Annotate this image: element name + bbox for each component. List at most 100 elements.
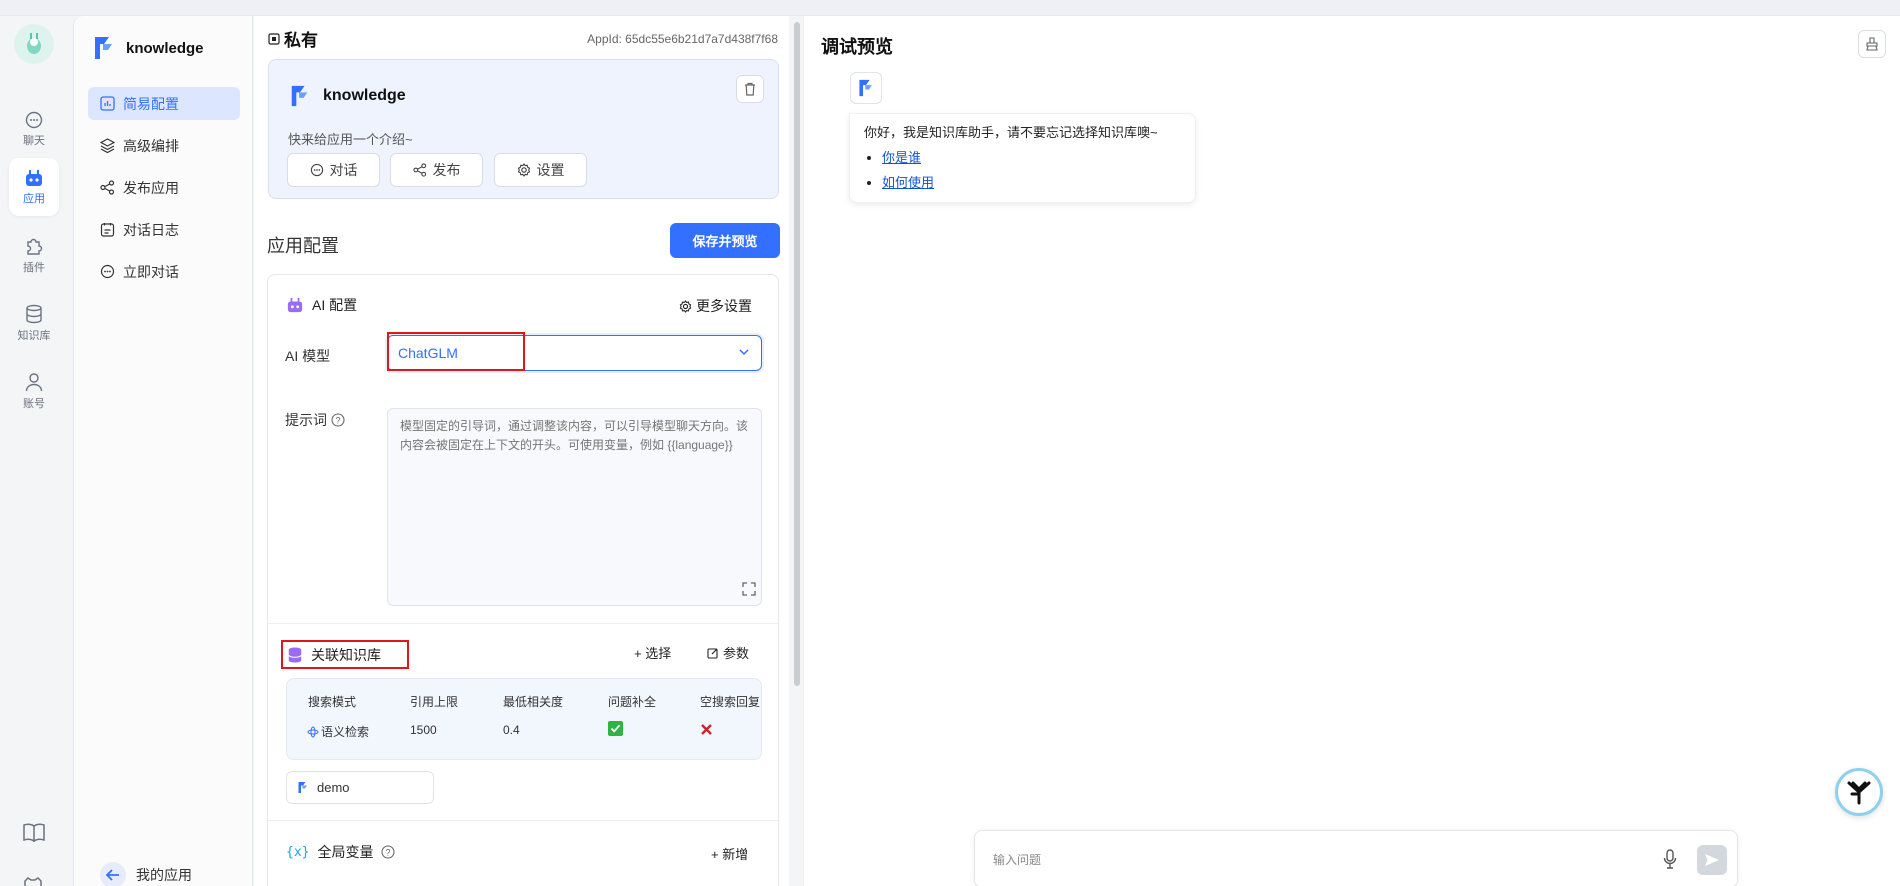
book-icon[interactable] [22,822,46,842]
ai-config-label: AI 配置 [312,297,358,313]
sidebar-app-header: knowledge [92,33,204,63]
search-mode-value: 语义检索 [321,725,370,739]
assistant-float-button[interactable] [1835,768,1883,816]
chat-button-label: 对话 [329,162,358,178]
svg-text:?: ? [335,416,340,426]
chat-input-box [974,830,1738,886]
sidebar-item-label: 简易配置 [123,95,179,112]
cell-min-score: 0.4 [503,723,520,737]
app-card-name: knowledge [323,87,406,104]
user-avatar[interactable] [14,24,54,64]
cross-icon [700,723,713,736]
app-id: AppId: 65dc55e6b21d7a7d438f7f68 [587,32,778,46]
app-intro: 快来给应用一个介绍~ [288,132,413,147]
preview-title: 调试预览 [821,37,893,57]
bot-avatar [850,72,882,104]
nav-rail: 聊天 应用 插件 知识库 账号 [0,16,72,886]
trash-icon [744,82,756,96]
layers-icon [100,138,115,153]
config-scrollbar[interactable] [794,22,800,686]
section-title: 应用配置 [267,236,339,256]
chat-icon [310,163,324,177]
atom-icon [307,726,319,738]
rail-item-apps[interactable]: 应用 [9,158,59,216]
cell-search-mode: 语义检索 [307,723,369,740]
sidebar-item-chat-now[interactable]: 立即对话 [88,255,240,288]
share-icon [412,163,427,177]
kb-params-button[interactable]: 参数 [707,643,749,662]
robot-icon [24,169,44,187]
visibility-title: 私有 [268,26,318,51]
microphone-icon[interactable] [1663,849,1677,869]
save-preview-button[interactable]: 保存并预览 [670,223,780,258]
kb-select-button[interactable]: + 选择 [634,643,671,662]
app-info-card: knowledge 快来给应用一个介绍~ 对话 发布 设置 [268,59,779,199]
rail-item-account[interactable]: 账号 [9,362,59,420]
clear-chat-button[interactable] [1858,30,1886,58]
robot-icon [286,297,304,313]
help-icon[interactable]: ? [381,845,396,859]
rail-label: 知识库 [17,329,51,342]
prompt-textarea[interactable] [387,408,762,606]
suggestion-link[interactable]: 如何使用 [882,175,934,190]
suggestion-item: 如何使用 [882,170,1181,195]
top-bar [0,0,1900,16]
delete-app-button[interactable] [736,75,764,103]
svg-text:?: ? [386,848,391,858]
gear-icon [517,163,531,177]
app-sidebar: knowledge 简易配置 高级编排 发布应用 对话日志 立即对话 我的应用 [73,16,253,886]
sidebar-item-advanced[interactable]: 高级编排 [88,129,240,162]
welcome-text: 你好，我是知识库助手，请不要忘记选择知识库噢~ [864,125,1158,140]
suggestion-link[interactable]: 你是谁 [882,150,921,165]
more-settings-label: 更多设置 [696,298,752,314]
lock-icon [268,32,280,45]
col-limit: 引用上限 [410,695,459,709]
settings-button[interactable]: 设置 [494,153,587,187]
ai-config-header: AI 配置 [286,295,357,315]
rail-item-knowledge[interactable]: 知识库 [9,294,59,352]
publish-button-label: 发布 [432,162,461,178]
rail-label: 账号 [23,397,45,410]
app-logo-icon [92,33,116,63]
rail-item-chat[interactable]: 聊天 [9,100,59,158]
publish-button[interactable]: 发布 [390,153,483,187]
sidebar-item-logs[interactable]: 对话日志 [88,213,240,246]
chart-icon [100,96,115,111]
share-icon [100,180,115,195]
check-icon [608,721,623,736]
rail-item-plugins[interactable]: 插件 [9,226,59,284]
sidebar-item-label: 高级编排 [123,137,179,154]
highlight-box-model [387,332,525,371]
cell-limit: 1500 [410,723,437,737]
col-min-score: 最低相关度 [503,695,564,709]
welcome-message: 你好，我是知识库助手，请不要忘记选择知识库噢~ 你是谁 如何使用 [849,113,1196,203]
chat-input[interactable] [993,849,1553,871]
puzzle-icon [24,236,44,256]
help-icon[interactable]: ? [331,413,345,427]
back-to-my-apps[interactable]: 我的应用 [100,862,192,886]
chat-button[interactable]: 对话 [287,153,380,187]
suggestion-item: 你是谁 [882,145,1181,170]
dataset-tag[interactable]: demo [286,771,434,804]
broom-icon [1865,37,1879,51]
expand-icon[interactable] [741,581,757,597]
more-settings-button[interactable]: 更多设置 [679,296,752,316]
suggestion-list: 你是谁 如何使用 [864,145,1181,195]
sidebar-app-name: knowledge [126,39,204,57]
variable-icon: {x} [286,844,310,860]
sidebar-item-publish[interactable]: 发布应用 [88,171,240,204]
back-label: 我的应用 [136,867,192,883]
divider [268,623,778,624]
chat-icon [25,111,43,129]
gear-icon [679,299,692,313]
rail-label: 应用 [23,192,45,205]
sidebar-item-simple-config[interactable]: 简易配置 [88,87,240,120]
chevron-down-icon [739,348,749,356]
col-search-mode: 搜索模式 [308,695,357,709]
visibility-label: 私有 [284,31,318,50]
github-icon[interactable] [22,877,44,886]
chat-icon [100,264,115,279]
app-logo-icon [297,780,309,795]
add-variable-button[interactable]: + 新增 [711,844,748,863]
send-button[interactable] [1697,845,1727,875]
